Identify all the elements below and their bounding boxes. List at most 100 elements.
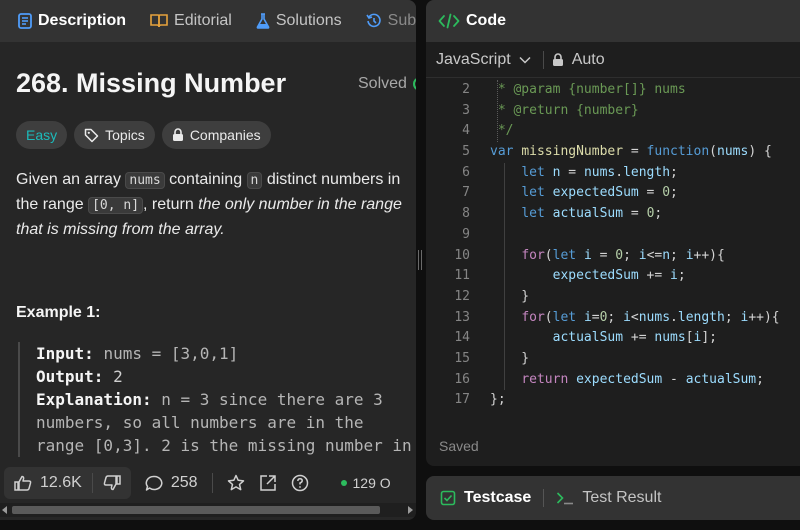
line-number: 4 [462,123,470,139]
code-token: length [677,309,725,325]
inline-code: nums [125,172,165,189]
favorite-button[interactable] [227,474,245,492]
code-token: length [623,164,671,180]
problem-description: Given an array nums containing n distinc… [16,168,411,242]
code-token: let [521,206,545,222]
tab-solutions[interactable]: Solutions [250,0,348,42]
code-token: missingNumber [521,144,624,160]
thumbs-down-icon [103,475,121,491]
code-line[interactable]: 17}; [426,390,800,411]
dislike-button[interactable] [93,467,131,499]
code-line[interactable]: 11 expectedSum += i; [426,266,800,287]
desc-text: Given an array [16,171,126,188]
online-count: 129 O [340,475,391,491]
scroll-right-icon[interactable] [408,506,413,514]
code-line[interactable]: 6 let n = nums.length; [426,163,800,184]
vote-group: 12.6K [4,467,131,499]
line-number: 3 [462,102,470,118]
companies-button[interactable]: Companies [161,121,271,149]
code-token: < [630,309,639,325]
example-title: Example 1: [16,304,101,321]
saved-status: Saved [439,438,479,454]
like-button[interactable]: 12.6K [4,467,92,499]
code-line[interactable]: 12 } [426,287,800,308]
code-line[interactable]: 3 * @return {number} [426,101,800,122]
code-text: expectedSum += i; [490,266,686,287]
line-number: 17 [454,392,470,408]
code-token: = [638,185,663,201]
language-label: JavaScript [436,50,511,68]
language-select[interactable]: JavaScript [436,51,531,69]
horizontal-scrollbar[interactable] [0,503,416,517]
code-token: i [685,247,694,263]
example-output-value: 2 [113,367,123,386]
code-line[interactable]: 2 * @param {number[]} nums [426,80,800,101]
code-token: n [662,247,671,263]
desc-text: , return [143,196,199,213]
solved-status: Solved [358,75,416,93]
code-text: }; [490,390,506,411]
line-number: 13 [454,309,470,325]
code-line[interactable]: 8 let actualSum = 0; [426,204,800,225]
code-line[interactable]: 10 for(let i = 0; i<=n; i++){ [426,246,800,267]
tab-description[interactable]: Description [12,0,132,42]
code-token: let [521,185,545,201]
help-button[interactable] [291,474,309,492]
code-token: i [583,309,592,325]
code-header: Code [426,0,800,42]
scroll-left-icon[interactable] [2,506,7,514]
code-token: ; [670,185,678,201]
code-line[interactable]: 14 actualSum += nums[i]; [426,328,800,349]
difficulty-badge: Easy [16,121,68,149]
line-number: 5 [462,144,470,160]
scrollbar-thumb[interactable] [12,506,380,514]
code-token: * @return {number} [490,102,639,118]
help-icon [291,474,308,492]
code-text: let actualSum = 0; [490,204,662,225]
online-count-label: 129 O [352,475,391,491]
line-number: 2 [462,82,470,97]
tab-test-result[interactable]: Test Result [556,489,661,507]
auto-mode-toggle[interactable]: Auto [552,51,605,69]
tab-submissions[interactable]: Sub [360,0,416,42]
share-button[interactable] [259,474,277,492]
code-line[interactable]: 4 */ [426,121,800,142]
code-token: expectedSum [552,268,639,284]
tab-editorial[interactable]: Editorial [144,0,238,42]
code-token: nums [654,330,686,346]
code-line[interactable]: 9 [426,225,800,246]
code-token: - [662,371,686,387]
problem-title: 268. Missing Number [16,68,287,98]
solved-check-icon [412,77,416,91]
code-token: ; [670,247,686,263]
comment-count: 258 [170,474,198,491]
topics-label: Topics [105,127,145,143]
line-number: 14 [454,330,470,346]
code-token: ++){ [748,309,780,325]
code-line[interactable]: 16 return expectedSum - actualSum; [426,370,800,391]
topics-button[interactable]: Topics [74,121,155,149]
code-line[interactable]: 7 let expectedSum = 0; [426,183,800,204]
code-token: <= [646,247,663,263]
code-line[interactable]: 13 for(let i=0; i<nums.length; i++){ [426,308,800,329]
code-token: = [591,247,616,263]
code-token: i [670,268,678,284]
code-token: += [638,268,671,284]
line-number: 16 [454,371,470,387]
code-text: var missingNumber = function(nums) { [490,142,772,163]
example-input-value: nums = [3,0,1] [103,344,239,363]
code-line[interactable]: 5 var missingNumber = function(nums) { [426,142,800,163]
example-explanation-line: numbers, so all numbers are in the [36,413,364,432]
panel-resize-handle[interactable] [418,250,422,270]
code-token: . [615,164,624,180]
tab-testcase[interactable]: Testcase [440,489,531,507]
comments-button[interactable]: 258 [145,474,198,492]
code-editor[interactable]: 2 * @param {number[]} nums 3 * @return {n… [426,80,800,420]
code-line[interactable]: 15 } [426,349,800,370]
solved-label: Solved [358,75,407,92]
comment-icon [145,475,163,491]
